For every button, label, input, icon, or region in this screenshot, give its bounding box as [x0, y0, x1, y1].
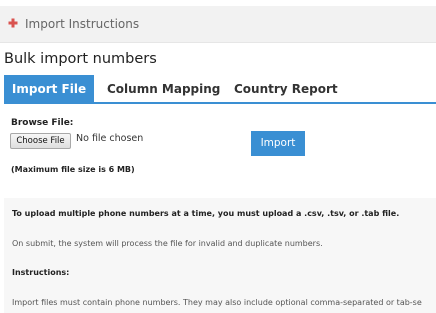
instructions-bar[interactable]: Import Instructions	[0, 6, 436, 43]
process-info-text: On submit, the system will process the f…	[12, 239, 323, 248]
import-requirements-text: Import files must contain phone numbers.…	[12, 298, 422, 307]
page-title: Bulk import numbers	[4, 51, 157, 67]
tab-country-report[interactable]: Country Report	[234, 75, 338, 103]
tab-column-mapping[interactable]: Column Mapping	[107, 75, 220, 103]
upload-instruction-text: To upload multiple phone numbers at a ti…	[12, 209, 400, 218]
instructions-heading: Instructions:	[12, 268, 70, 277]
tab-import-file[interactable]: Import File	[4, 75, 94, 103]
instructions-title[interactable]: Import Instructions	[25, 17, 139, 31]
import-button[interactable]: Import	[251, 131, 305, 156]
plus-icon	[8, 18, 18, 28]
choose-file-button[interactable]: Choose File	[10, 133, 71, 149]
no-file-chosen-text: No file chosen	[76, 133, 144, 144]
instructions-panel: To upload multiple phone numbers at a ti…	[4, 198, 436, 313]
tab-bar: Import File Column Mapping Country Repor…	[0, 75, 436, 104]
max-file-size-note: (Maximum file size is 6 MB)	[11, 165, 135, 174]
browse-file-label: Browse File:	[11, 118, 74, 128]
